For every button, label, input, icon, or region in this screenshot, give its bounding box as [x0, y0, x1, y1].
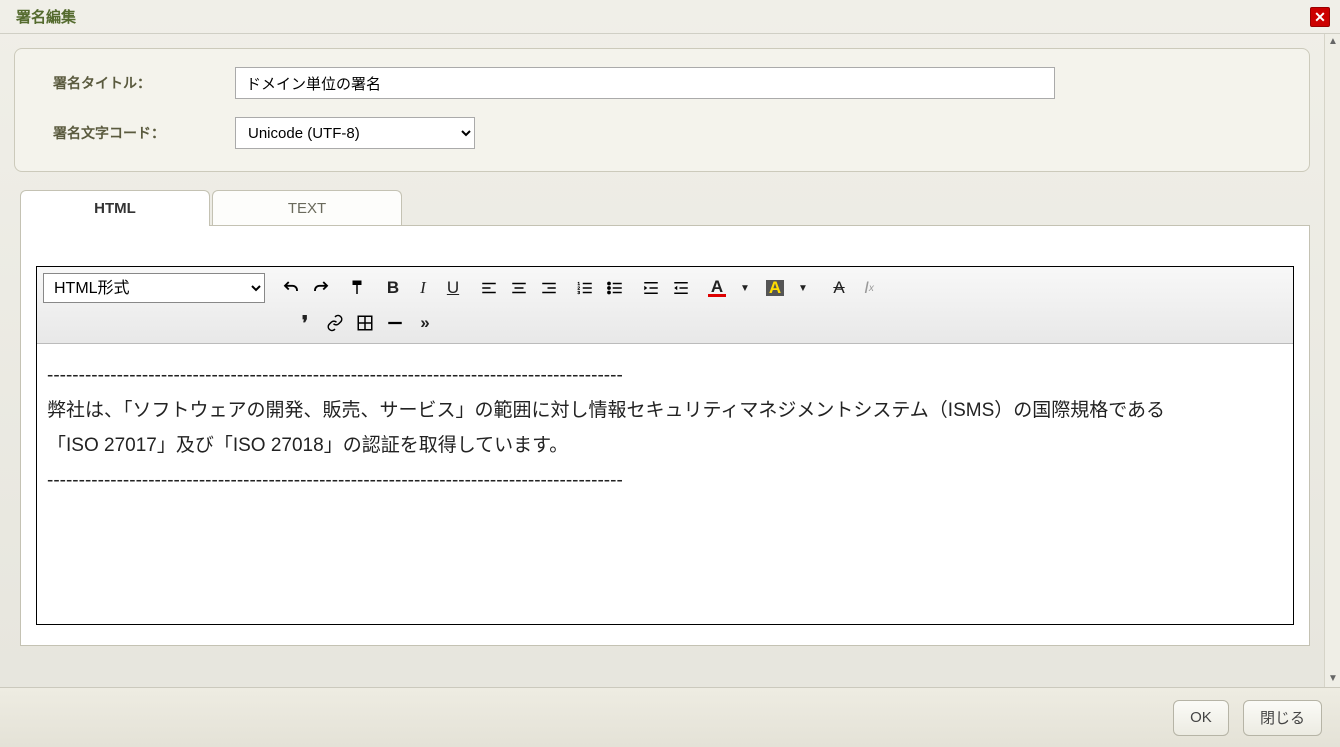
highlight-color-dropdown-icon[interactable]: ▼: [789, 274, 817, 302]
dialog-footer: OK 閉じる: [0, 687, 1340, 747]
signature-editor[interactable]: ----------------------------------------…: [37, 344, 1293, 624]
dialog-title: 署名編集: [16, 6, 76, 27]
ok-button[interactable]: OK: [1173, 700, 1229, 736]
link-icon[interactable]: [321, 309, 349, 337]
table-icon[interactable]: [351, 309, 379, 337]
bold-icon[interactable]: B: [379, 274, 407, 302]
tab-html[interactable]: HTML: [20, 190, 210, 226]
ordered-list-icon[interactable]: 123: [571, 274, 599, 302]
undo-icon[interactable]: [277, 274, 305, 302]
clear-format-icon[interactable]: Ix: [855, 274, 883, 302]
hr-icon[interactable]: [381, 309, 409, 337]
redo-icon[interactable]: [307, 274, 335, 302]
signature-title-input[interactable]: [235, 67, 1055, 99]
scroll-down-icon[interactable]: ▼: [1325, 671, 1340, 687]
editor-panel: HTML形式 B I U 123 A ▼: [20, 225, 1310, 646]
svg-text:3: 3: [578, 290, 581, 295]
scrollbar[interactable]: ▲ ▼: [1324, 34, 1340, 687]
underline-icon[interactable]: U: [439, 274, 467, 302]
align-left-icon[interactable]: [475, 274, 503, 302]
close-button[interactable]: 閉じる: [1243, 700, 1322, 736]
charset-select[interactable]: Unicode (UTF-8): [235, 117, 475, 149]
align-right-icon[interactable]: [535, 274, 563, 302]
unordered-list-icon[interactable]: [601, 274, 629, 302]
close-icon[interactable]: ✕: [1310, 7, 1330, 27]
editor-toolbar: HTML形式 B I U 123 A ▼: [37, 267, 1293, 344]
highlight-color-icon[interactable]: A: [761, 274, 789, 302]
tab-text[interactable]: TEXT: [212, 190, 402, 226]
settings-panel: 署名タイトル： 署名文字コード： Unicode (UTF-8): [14, 48, 1310, 172]
text-color-icon[interactable]: A: [703, 274, 731, 302]
text-color-dropdown-icon[interactable]: ▼: [731, 274, 759, 302]
signature-title-label: 署名タイトル：: [53, 73, 235, 93]
format-select[interactable]: HTML形式: [43, 273, 265, 303]
italic-icon[interactable]: I: [409, 274, 437, 302]
scroll-up-icon[interactable]: ▲: [1325, 34, 1340, 50]
align-center-icon[interactable]: [505, 274, 533, 302]
quote-icon[interactable]: ❜: [291, 309, 319, 337]
more-icon[interactable]: »: [411, 309, 439, 337]
indent-decrease-icon[interactable]: [667, 274, 695, 302]
content-area: 署名タイトル： 署名文字コード： Unicode (UTF-8) HTML TE…: [0, 34, 1324, 677]
font-icon[interactable]: A: [825, 274, 853, 302]
indent-increase-icon[interactable]: [637, 274, 665, 302]
charset-label: 署名文字コード：: [53, 123, 235, 143]
format-painter-icon[interactable]: [343, 274, 371, 302]
